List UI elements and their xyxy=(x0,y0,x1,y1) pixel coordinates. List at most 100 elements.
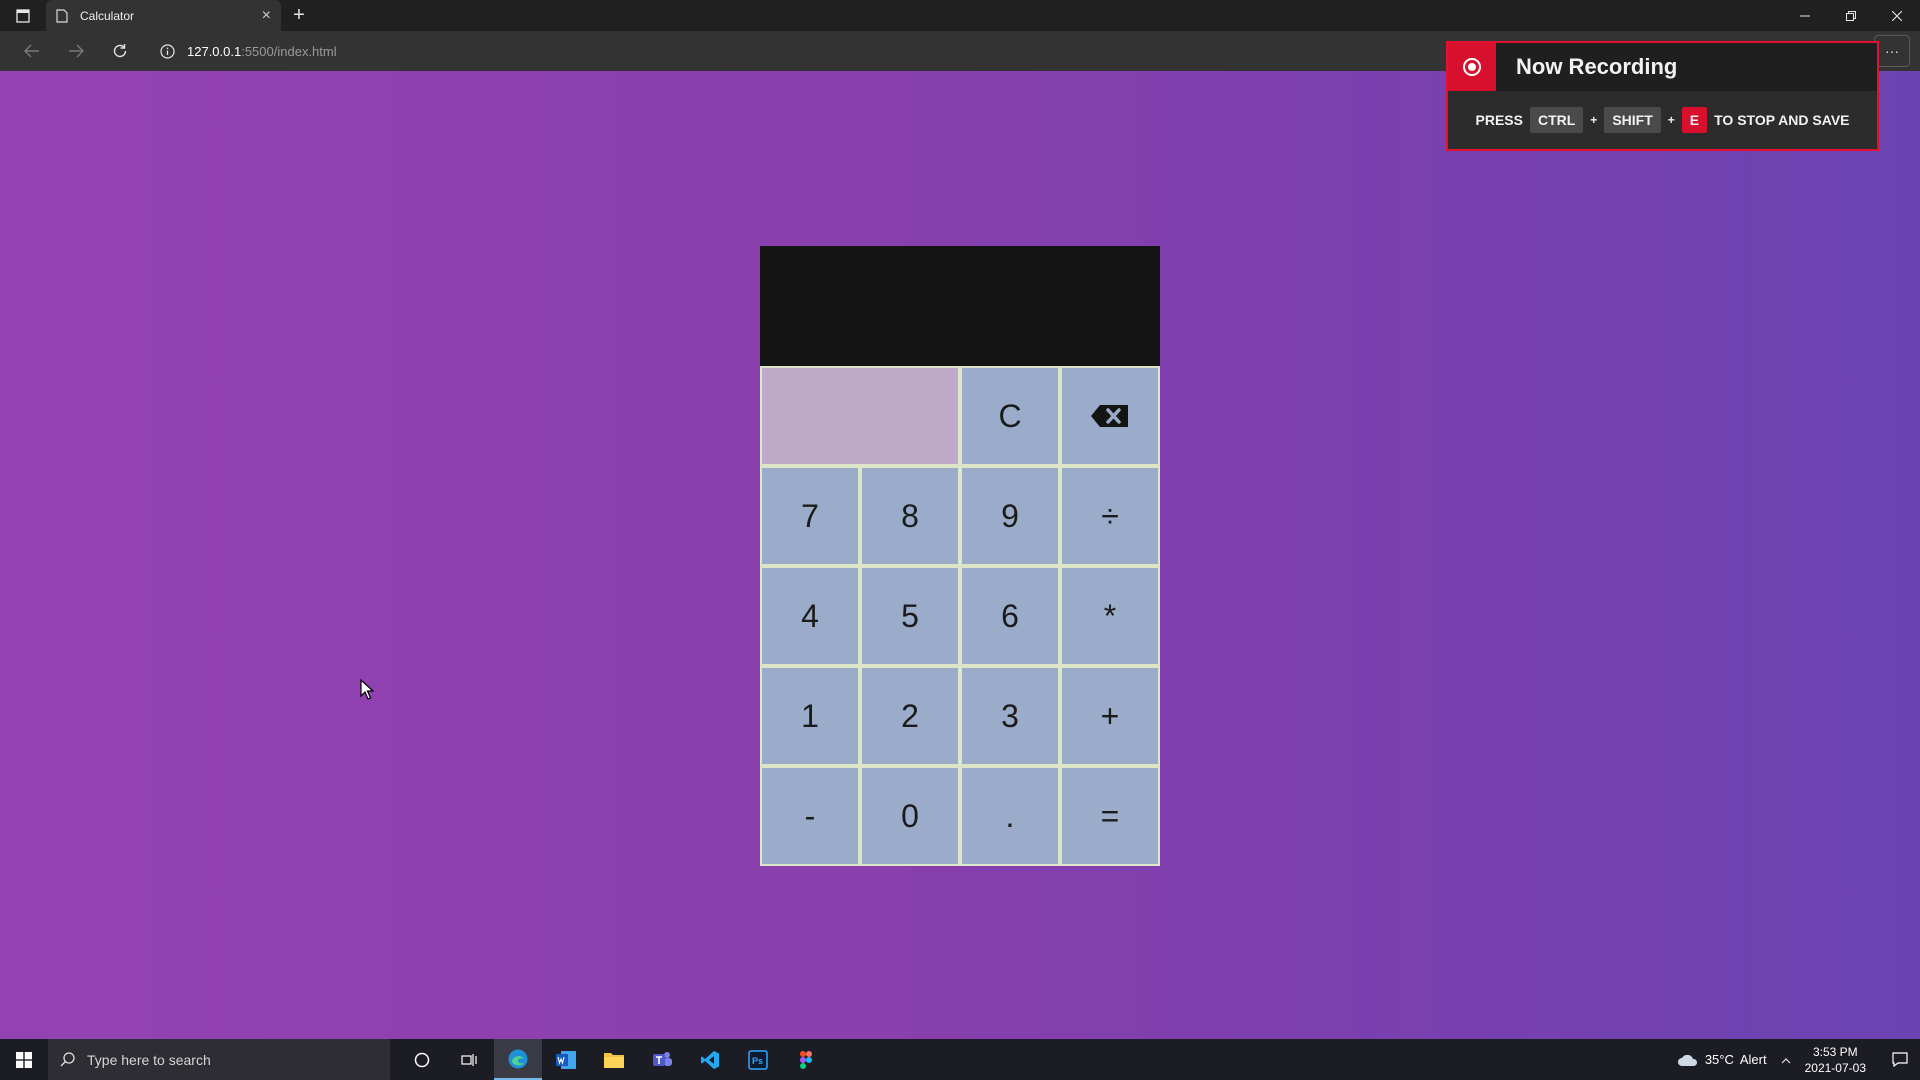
key-4[interactable]: 4 xyxy=(760,566,860,666)
calculator-keypad: C 7 8 9 ÷ 4 5 6 * 1 2 3 + - 0 . = xyxy=(760,366,1160,866)
clock-time: 3:53 PM xyxy=(1812,1044,1858,1059)
page-viewport: C 7 8 9 ÷ 4 5 6 * 1 2 3 + - 0 . = xyxy=(0,71,1920,1039)
equals-button[interactable]: = xyxy=(1060,766,1160,866)
mouse-cursor-icon xyxy=(360,679,374,700)
ctrl-key-badge: CTRL xyxy=(1529,107,1584,133)
key-9[interactable]: 9 xyxy=(960,466,1060,566)
taskbar-apps: Ps xyxy=(398,1039,830,1080)
restore-icon xyxy=(1846,10,1856,21)
stop-save-label: TO STOP AND SAVE xyxy=(1714,112,1850,128)
teams-app-button[interactable] xyxy=(638,1039,686,1080)
taskbar-search[interactable]: Type here to search xyxy=(48,1039,390,1080)
refresh-button[interactable] xyxy=(98,35,142,67)
weather-temp: 35°C xyxy=(1704,1052,1734,1067)
svg-text:Ps: Ps xyxy=(752,1056,763,1066)
info-icon[interactable] xyxy=(160,43,175,59)
key-6[interactable]: 6 xyxy=(960,566,1060,666)
recording-title: Now Recording xyxy=(1516,54,1678,79)
forward-button[interactable] xyxy=(54,35,98,67)
photoshop-icon: Ps xyxy=(748,1049,768,1070)
teams-icon xyxy=(653,1051,672,1066)
plus-separator: + xyxy=(1667,113,1675,127)
record-icon xyxy=(1448,43,1496,91)
system-tray: 35°C Alert 3:53 PM 2021-07-03 xyxy=(1677,1039,1920,1080)
clear-button[interactable]: C xyxy=(960,366,1060,466)
empty-key-cell xyxy=(760,366,960,466)
browser-tab[interactable]: Calculator × xyxy=(46,0,281,31)
shift-key-badge: SHIFT xyxy=(1604,107,1661,133)
edge-icon xyxy=(508,1049,528,1068)
key-1[interactable]: 1 xyxy=(760,666,860,766)
back-arrow-icon xyxy=(24,44,39,58)
divide-button[interactable]: ÷ xyxy=(1060,466,1160,566)
task-view-icon xyxy=(461,1053,477,1066)
close-icon xyxy=(1892,10,1902,21)
browser-tab-bar: Calculator × + xyxy=(0,0,1920,31)
taskbar-clock[interactable]: 3:53 PM 2021-07-03 xyxy=(1805,1044,1866,1076)
url-path: :5500/index.html xyxy=(241,43,337,59)
plus-separator: + xyxy=(1590,113,1598,127)
file-explorer-button[interactable] xyxy=(590,1039,638,1080)
subtract-button[interactable]: - xyxy=(760,766,860,866)
folder-icon xyxy=(604,1052,624,1068)
page-icon xyxy=(56,8,68,23)
key-8[interactable]: 8 xyxy=(860,466,960,566)
multiply-button[interactable]: * xyxy=(1060,566,1160,666)
more-options-button[interactable]: ··· xyxy=(1874,35,1910,67)
restore-button[interactable] xyxy=(1828,0,1874,31)
weather-widget[interactable]: 35°C Alert xyxy=(1677,1052,1767,1067)
vscode-icon xyxy=(701,1050,719,1069)
figma-icon xyxy=(800,1050,812,1069)
start-button[interactable] xyxy=(0,1039,48,1080)
windows-taskbar: Type here to search Ps 35°C Alert 3:53 P… xyxy=(0,1039,1920,1080)
search-placeholder: Type here to search xyxy=(87,1051,211,1068)
backspace-icon xyxy=(1091,405,1128,427)
recording-instructions: PRESS CTRL + SHIFT + E TO STOP AND SAVE xyxy=(1448,91,1877,149)
key-2[interactable]: 2 xyxy=(860,666,960,766)
e-key-badge: E xyxy=(1681,107,1708,133)
add-button[interactable]: + xyxy=(1060,666,1160,766)
window-controls xyxy=(1782,0,1920,31)
weather-alert: Alert xyxy=(1739,1052,1767,1067)
calculator: C 7 8 9 ÷ 4 5 6 * 1 2 3 + - 0 . = xyxy=(760,246,1160,866)
decimal-button[interactable]: . xyxy=(960,766,1060,866)
press-label: PRESS xyxy=(1475,112,1523,128)
key-7[interactable]: 7 xyxy=(760,466,860,566)
delete-button[interactable] xyxy=(1060,366,1160,466)
notification-icon xyxy=(1892,1052,1908,1067)
close-tab-icon[interactable]: × xyxy=(262,7,271,24)
address-bar[interactable]: 127.0.0.1:5500/index.html xyxy=(150,35,1410,67)
clock-date: 2021-07-03 xyxy=(1804,1060,1866,1075)
forward-arrow-icon xyxy=(69,44,84,58)
key-0[interactable]: 0 xyxy=(860,766,960,866)
tab-actions-icon xyxy=(16,8,30,23)
action-center-button[interactable] xyxy=(1880,1052,1920,1067)
search-icon xyxy=(60,1052,75,1067)
cortana-button[interactable] xyxy=(398,1039,446,1080)
minimize-button[interactable] xyxy=(1782,0,1828,31)
recording-notification: Now Recording PRESS CTRL + SHIFT + E TO … xyxy=(1446,41,1879,151)
close-window-button[interactable] xyxy=(1874,0,1920,31)
new-tab-button[interactable]: + xyxy=(281,0,317,31)
tab-actions-button[interactable] xyxy=(0,0,46,31)
word-app-button[interactable] xyxy=(542,1039,590,1080)
task-view-button[interactable] xyxy=(446,1039,494,1080)
windows-logo-icon xyxy=(16,1051,32,1068)
edge-app-button[interactable] xyxy=(494,1039,542,1080)
minimize-icon xyxy=(1800,15,1810,16)
back-button[interactable] xyxy=(10,35,54,67)
figma-app-button[interactable] xyxy=(782,1039,830,1080)
key-5[interactable]: 5 xyxy=(860,566,960,666)
vscode-app-button[interactable] xyxy=(686,1039,734,1080)
show-hidden-icons-icon[interactable] xyxy=(1781,1052,1791,1067)
word-icon xyxy=(556,1050,576,1069)
recording-header: Now Recording xyxy=(1448,43,1877,91)
tab-title: Calculator xyxy=(80,8,135,23)
calculator-display xyxy=(760,246,1160,366)
cloud-icon xyxy=(1677,1054,1697,1066)
cortana-icon xyxy=(414,1052,430,1067)
key-3[interactable]: 3 xyxy=(960,666,1060,766)
url-host: 127.0.0.1 xyxy=(187,43,242,59)
refresh-icon xyxy=(113,44,127,58)
photoshop-app-button[interactable]: Ps xyxy=(734,1039,782,1080)
